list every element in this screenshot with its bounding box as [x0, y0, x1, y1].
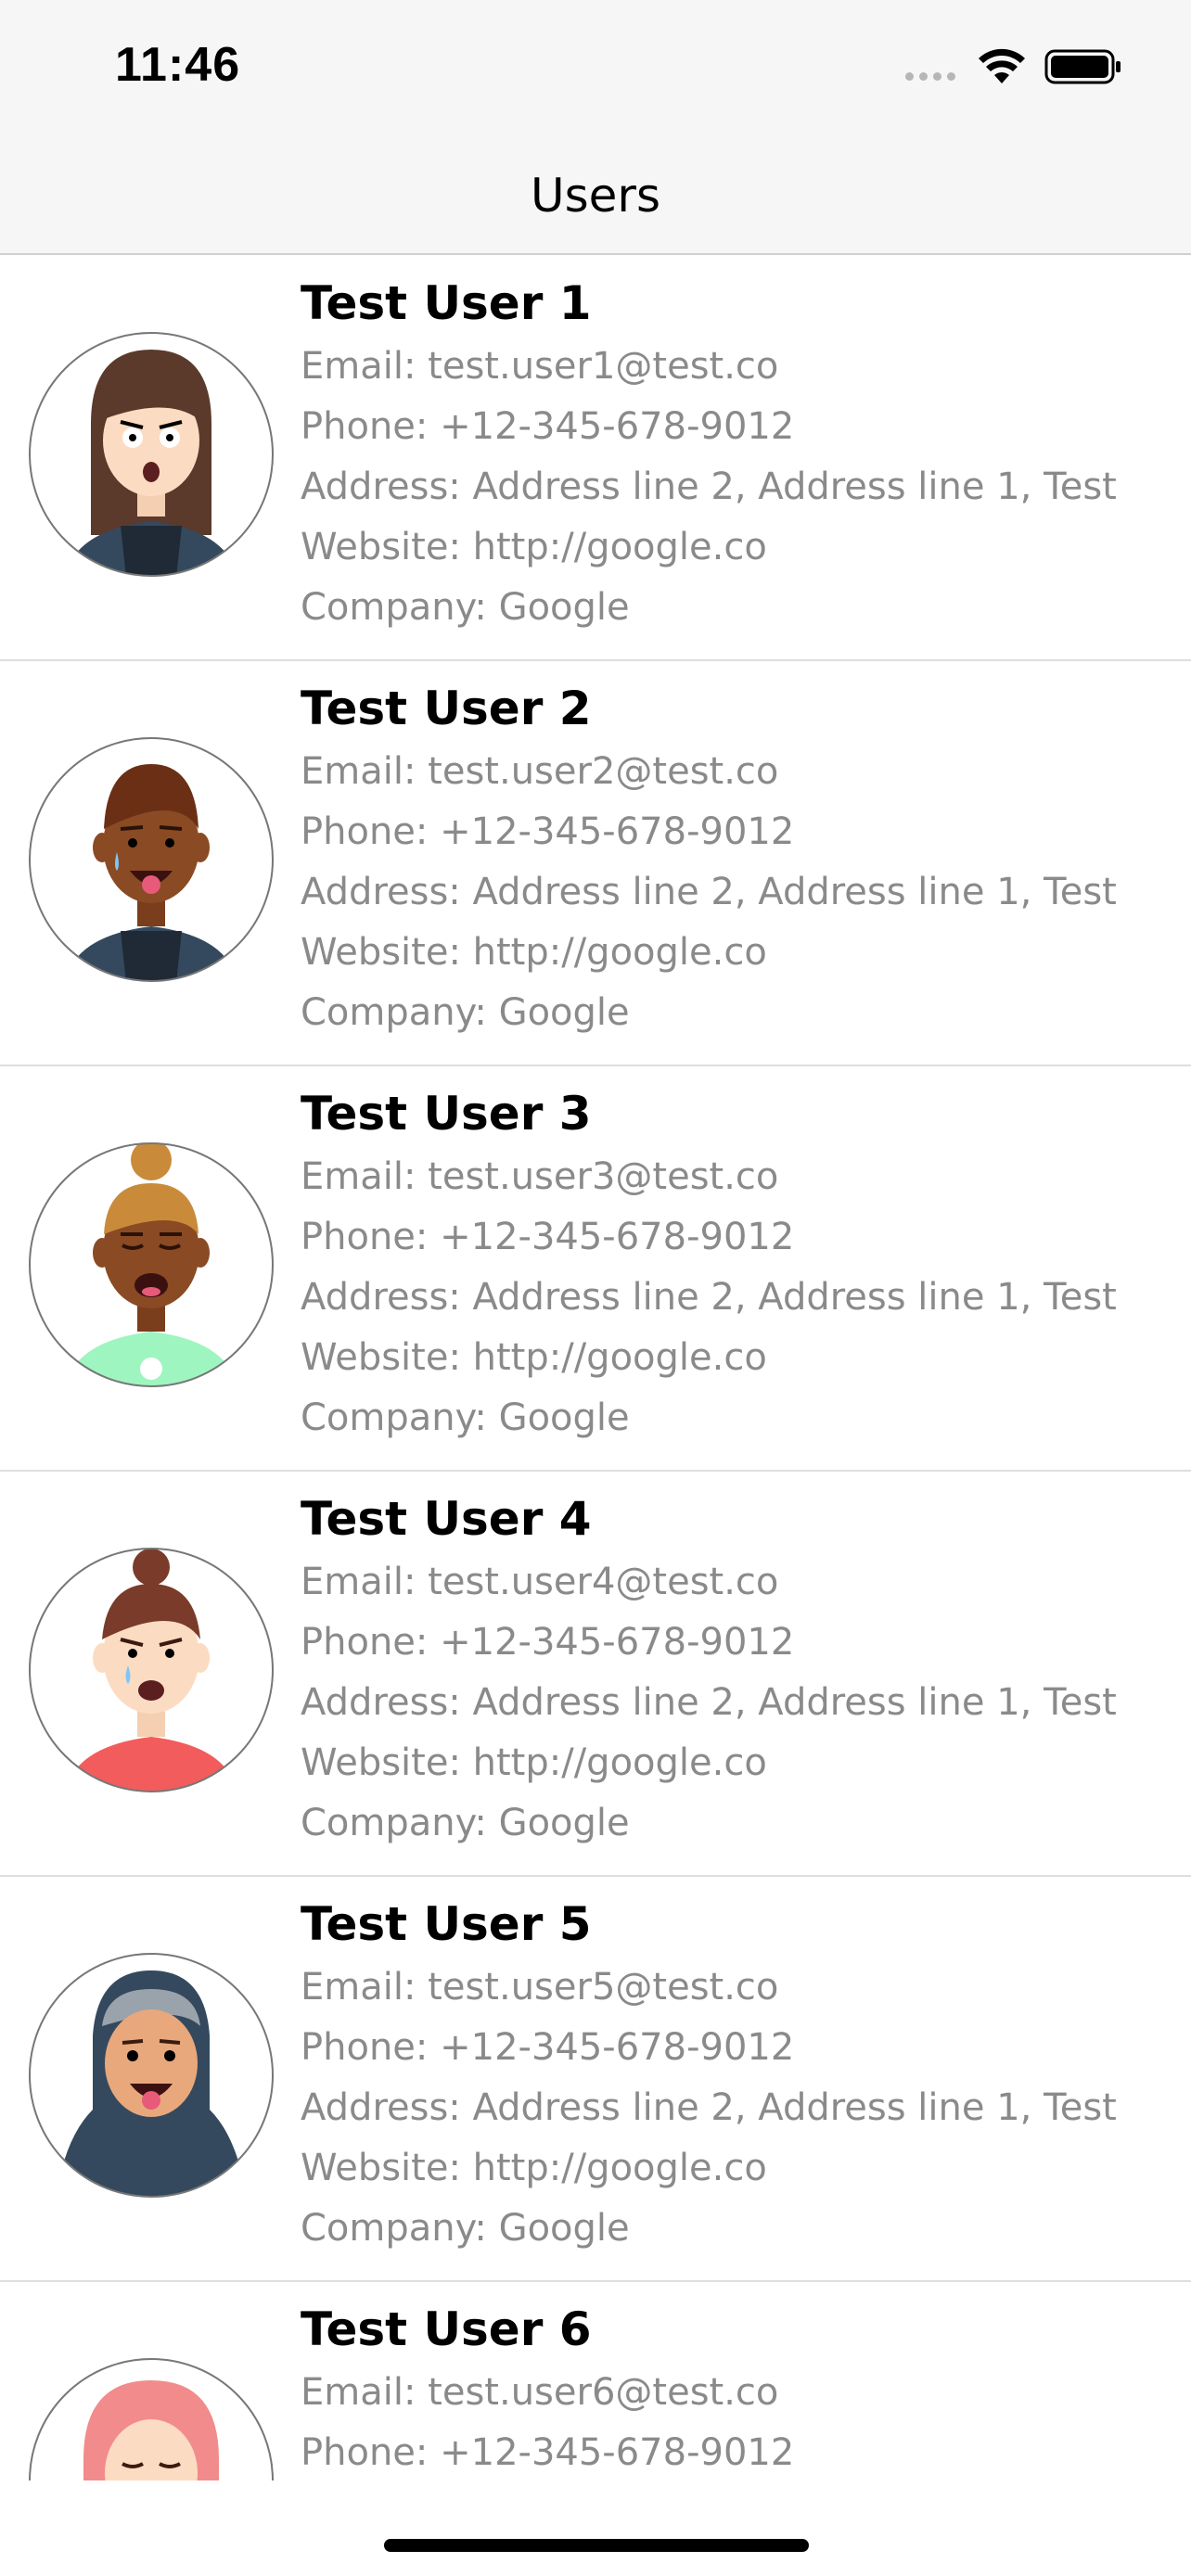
- user-phone: Phone: +12-345-678-9012: [301, 1621, 795, 1664]
- user-company: Company: Google: [301, 991, 630, 1034]
- battery-icon: [1044, 49, 1121, 84]
- user-website: Website: http://google.co: [301, 2147, 767, 2189]
- user-company: Company: Google: [301, 1396, 630, 1439]
- user-email: Email: test.user3@test.co: [301, 1155, 779, 1198]
- user-address: Address: Address line 2, Address line 1,…: [301, 465, 1117, 508]
- page-title: Users: [530, 169, 660, 223]
- avatar: [29, 1953, 274, 2198]
- user-company: Company: Google: [301, 1802, 630, 1844]
- user-name: Test User 1: [301, 276, 592, 330]
- user-website: Website: http://google.co: [301, 526, 767, 568]
- avatar: [29, 2358, 274, 2480]
- user-row[interactable]: Test User 5 Email: test.user5@test.co Ph…: [0, 1876, 1191, 2282]
- user-list[interactable]: Test User 1 Email: test.user1@test.co Ph…: [0, 255, 1191, 2480]
- avatar: [29, 1142, 274, 1387]
- home-indicator[interactable]: [384, 2539, 809, 2552]
- user-name: Test User 3: [301, 1087, 592, 1141]
- user-phone: Phone: +12-345-678-9012: [301, 2026, 795, 2069]
- user-phone: Phone: +12-345-678-9012: [301, 405, 795, 448]
- avatar: [29, 1548, 274, 1792]
- user-website: Website: http://google.co: [301, 1741, 767, 1784]
- avatar: [29, 332, 274, 577]
- user-website: Website: http://google.co: [301, 1336, 767, 1379]
- user-row[interactable]: Test User 6 Email: test.user6@test.co Ph…: [0, 2281, 1191, 2480]
- user-row[interactable]: Test User 2 Email: test.user2@test.co Ph…: [0, 660, 1191, 1066]
- user-address: Address: Address line 2, Address line 1,…: [301, 2086, 1117, 2129]
- user-row[interactable]: Test User 4 Email: test.user4@test.co Ph…: [0, 1471, 1191, 1877]
- user-email: Email: test.user1@test.co: [301, 345, 779, 388]
- wifi-icon: [979, 48, 1025, 83]
- user-phone: Phone: +12-345-678-9012: [301, 810, 795, 853]
- user-row[interactable]: Test User 1 Email: test.user1@test.co Ph…: [0, 255, 1191, 661]
- navigation-bar: Users: [0, 148, 1191, 255]
- user-row[interactable]: Test User 3 Email: test.user3@test.co Ph…: [0, 1065, 1191, 1472]
- user-address: Address: Address line 2, Address line 1,…: [301, 1681, 1117, 1724]
- avatar: [29, 737, 274, 982]
- cellular-signal-icon: [905, 72, 955, 81]
- user-phone: Phone: +12-345-678-9012: [301, 2431, 795, 2474]
- user-address: Address: Address line 2, Address line 1,…: [301, 1276, 1117, 1319]
- user-phone: Phone: +12-345-678-9012: [301, 1216, 795, 1258]
- user-name: Test User 2: [301, 682, 592, 735]
- user-email: Email: test.user5@test.co: [301, 1966, 779, 2009]
- user-email: Email: test.user4@test.co: [301, 1561, 779, 1603]
- user-company: Company: Google: [301, 2207, 630, 2250]
- user-name: Test User 5: [301, 1897, 592, 1951]
- status-bar: 11:46: [0, 0, 1191, 148]
- user-name: Test User 6: [301, 2302, 592, 2356]
- user-email: Email: test.user6@test.co: [301, 2371, 779, 2414]
- user-name: Test User 4: [301, 1492, 592, 1546]
- user-company: Company: Google: [301, 586, 630, 629]
- user-website: Website: http://google.co: [301, 931, 767, 974]
- user-email: Email: test.user2@test.co: [301, 750, 779, 793]
- status-time: 11:46: [115, 38, 241, 92]
- user-address: Address: Address line 2, Address line 1,…: [301, 871, 1117, 913]
